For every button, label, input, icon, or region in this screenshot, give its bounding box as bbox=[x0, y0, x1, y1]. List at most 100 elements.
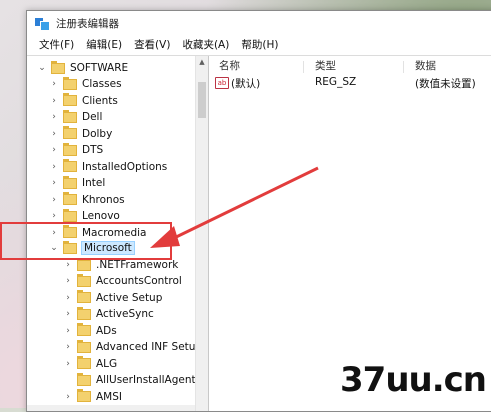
folder-icon bbox=[63, 175, 77, 189]
column-divider[interactable] bbox=[403, 61, 404, 73]
tree-node-label: Dolby bbox=[82, 127, 113, 140]
folder-icon bbox=[77, 257, 91, 271]
chevron-right-icon[interactable]: › bbox=[49, 178, 59, 188]
tree-node[interactable]: › Dolby bbox=[49, 126, 112, 142]
menu-favorites[interactable]: 收藏夹(A) bbox=[176, 37, 235, 52]
chevron-right-icon[interactable]: › bbox=[49, 129, 59, 139]
tree-node[interactable]: › Lenovo bbox=[49, 208, 120, 224]
tree-node[interactable]: › InstalledOptions bbox=[49, 159, 167, 175]
tree-node-label: Macromedia bbox=[82, 226, 147, 239]
chevron-right-icon[interactable]: › bbox=[63, 326, 73, 336]
tree-node-label: Intel bbox=[82, 177, 106, 189]
folder-icon bbox=[77, 323, 91, 336]
tree-node-label: Classes bbox=[82, 78, 122, 90]
chevron-right-icon[interactable]: › bbox=[49, 112, 59, 122]
tree-node[interactable]: › AccountsControl bbox=[63, 273, 182, 289]
chevron-right-icon[interactable]: › bbox=[49, 145, 59, 155]
chevron-right-icon[interactable]: › bbox=[63, 293, 73, 303]
tree-node-software[interactable]: ⌄ SOFTWARE bbox=[37, 60, 128, 76]
tree-node[interactable]: › ALG bbox=[63, 356, 117, 372]
chevron-right-icon[interactable]: › bbox=[49, 162, 59, 172]
menu-bar: 文件(F) 编辑(E) 查看(V) 收藏夹(A) 帮助(H) bbox=[27, 35, 491, 53]
column-divider[interactable] bbox=[303, 61, 304, 73]
chevron-right-icon[interactable]: › bbox=[49, 96, 59, 106]
tree-node[interactable]: › Intel bbox=[49, 175, 105, 191]
tree-node-label: InstalledOptions bbox=[82, 160, 168, 173]
tree-node-label: DTS bbox=[82, 144, 104, 156]
folder-icon bbox=[77, 339, 91, 353]
tree-node[interactable]: › Clients bbox=[49, 93, 118, 109]
chevron-right-icon[interactable]: › bbox=[63, 309, 73, 319]
folder-icon bbox=[51, 60, 65, 74]
chevron-right-icon[interactable]: › bbox=[63, 392, 73, 402]
tree-node[interactable]: › ActiveSync bbox=[63, 306, 154, 322]
tree-scrollbar[interactable]: ▲ bbox=[195, 56, 209, 411]
column-header-type[interactable]: 类型 bbox=[315, 58, 336, 73]
menu-help[interactable]: 帮助(H) bbox=[235, 37, 284, 52]
chevron-right-icon[interactable]: › bbox=[49, 79, 59, 89]
tree-node-label: ADs bbox=[96, 324, 117, 337]
tree-node-label: ALG bbox=[96, 357, 118, 370]
tree-node-label: Clients bbox=[82, 94, 118, 107]
value-data: (数值未设置) bbox=[415, 78, 476, 90]
folder-icon bbox=[63, 109, 77, 123]
menu-file[interactable]: 文件(F) bbox=[33, 37, 80, 52]
folder-icon bbox=[63, 240, 77, 254]
scroll-up-icon[interactable]: ▲ bbox=[196, 56, 208, 68]
folder-icon bbox=[63, 126, 77, 139]
key-tree: ⌄ SOFTWARE › Classes › Clients › Dell › Dolb… bbox=[27, 56, 195, 411]
tree-node[interactable]: › Macromedia bbox=[49, 225, 146, 241]
chevron-right-icon[interactable]: › bbox=[49, 211, 59, 221]
string-value-icon: ab bbox=[215, 77, 229, 89]
tree-node-label: SOFTWARE bbox=[70, 62, 129, 74]
tree-node-label: Lenovo bbox=[82, 210, 120, 222]
list-header: 名称 类型 数据 bbox=[209, 58, 491, 73]
chevron-down-icon[interactable]: ⌄ bbox=[37, 63, 47, 73]
chevron-down-icon[interactable]: ⌄ bbox=[49, 243, 59, 253]
tree-node-microsoft[interactable]: ⌄ Microsoft bbox=[49, 240, 135, 256]
tree-node[interactable]: › DTS bbox=[49, 142, 103, 158]
folder-icon bbox=[77, 273, 91, 287]
chevron-right-icon[interactable]: › bbox=[63, 260, 73, 270]
tree-node[interactable]: › Khronos bbox=[49, 192, 125, 208]
chevron-right-icon[interactable]: › bbox=[49, 195, 59, 205]
tree-node-label: AllUserInstallAgent bbox=[96, 374, 195, 386]
chevron-right-icon[interactable]: › bbox=[63, 342, 73, 352]
folder-icon bbox=[63, 76, 77, 90]
folder-icon bbox=[63, 208, 77, 222]
tree-node[interactable]: › Advanced INF Setup bbox=[63, 339, 195, 355]
registry-editor-window: 注册表编辑器 文件(F) 编辑(E) 查看(V) 收藏夹(A) 帮助(H) ⌄ … bbox=[26, 10, 491, 412]
value-type: REG_SZ bbox=[315, 76, 357, 88]
value-name: (默认) bbox=[231, 78, 261, 90]
tree-node[interactable]: › Classes bbox=[49, 76, 122, 92]
values-list: 名称 类型 数据 ab (默认) REG_SZ (数值未设置) bbox=[209, 56, 491, 411]
menu-edit[interactable]: 编辑(E) bbox=[80, 37, 128, 52]
title-bar[interactable]: 注册表编辑器 bbox=[27, 11, 491, 35]
chevron-right-icon[interactable]: › bbox=[49, 228, 59, 238]
folder-icon bbox=[63, 93, 77, 106]
tree-node-label: AccountsControl bbox=[96, 275, 182, 287]
tree-node[interactable]: › Dell bbox=[49, 109, 102, 125]
column-header-data[interactable]: 数据 bbox=[415, 58, 436, 73]
menu-view[interactable]: 查看(V) bbox=[128, 37, 176, 52]
tree-node-label-selected: Microsoft bbox=[81, 241, 135, 255]
chevron-right-icon[interactable]: › bbox=[63, 276, 73, 286]
tree-node[interactable]: › AMSI bbox=[63, 389, 122, 405]
value-row[interactable]: ab (默认) REG_SZ (数值未设置) bbox=[209, 76, 491, 90]
watermark: 37uu.cn bbox=[340, 360, 487, 400]
horizontal-scrollbar[interactable] bbox=[27, 405, 195, 411]
tree-node[interactable]: › .NETFramework bbox=[63, 257, 178, 273]
tree-node-label: Advanced INF Setup bbox=[96, 341, 195, 353]
tree-node[interactable]: › Active Setup bbox=[63, 290, 162, 306]
folder-icon bbox=[77, 290, 91, 303]
folder-icon bbox=[63, 192, 77, 205]
folder-icon bbox=[77, 306, 91, 320]
folder-icon bbox=[77, 372, 91, 386]
column-header-name[interactable]: 名称 bbox=[219, 58, 240, 73]
tree-node[interactable]: › ADs bbox=[63, 323, 117, 339]
tree-node[interactable]: AllUserInstallAgent bbox=[63, 372, 195, 388]
folder-icon bbox=[77, 356, 91, 369]
scroll-thumb[interactable] bbox=[198, 82, 206, 118]
chevron-right-icon[interactable]: › bbox=[63, 359, 73, 369]
folder-icon bbox=[63, 225, 77, 238]
